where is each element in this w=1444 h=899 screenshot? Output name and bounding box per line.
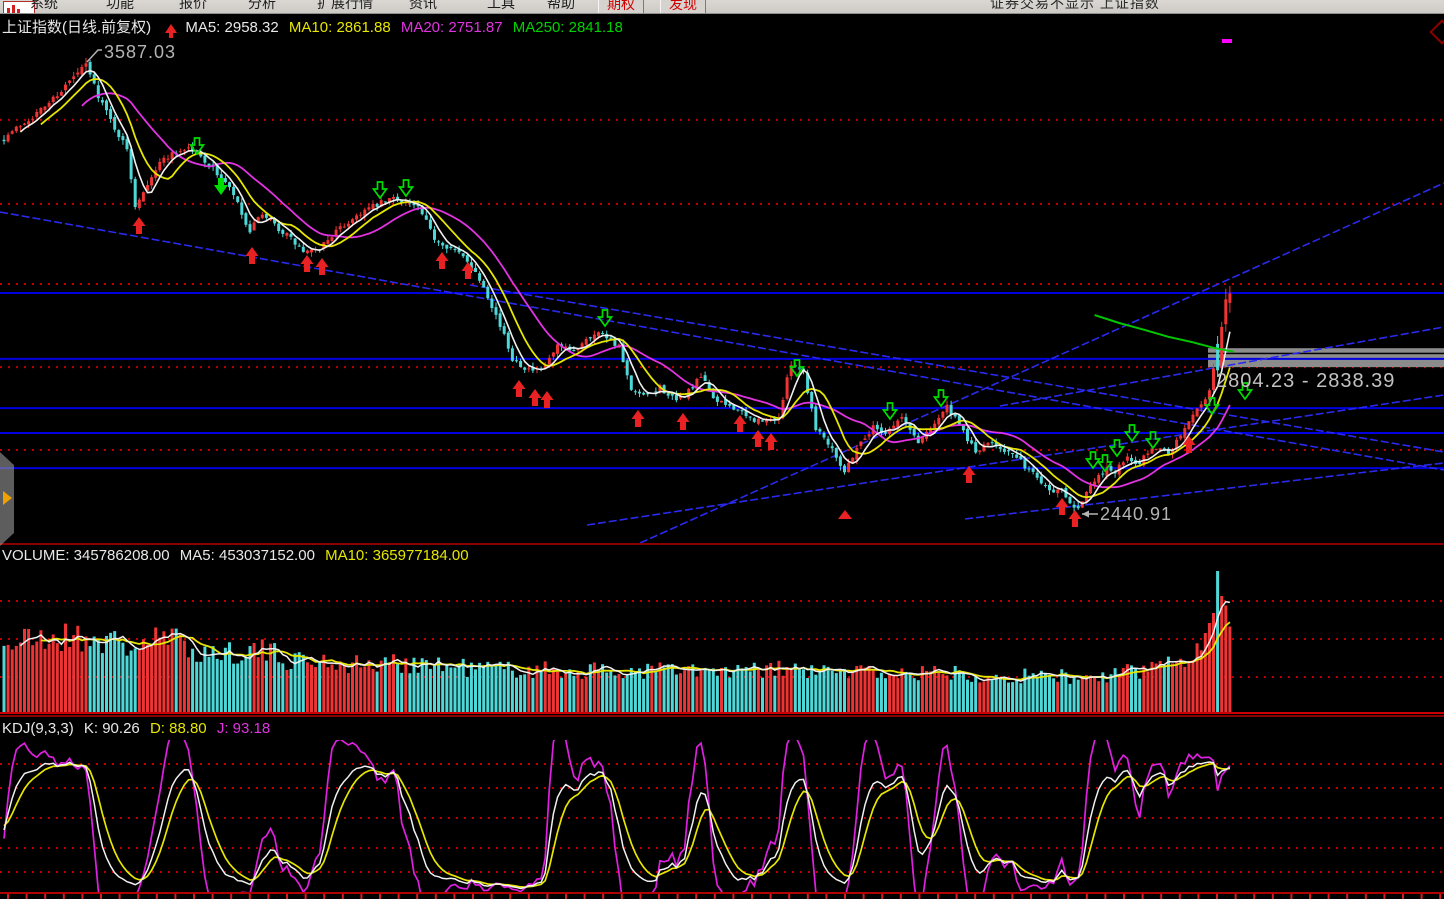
main-chart-header: 上证指数(日线.前复权) MA5: 2958.32 MA10: 2861.88 … [2,16,629,37]
symbol-title: 上证指数(日线.前复权) [2,19,151,36]
menu-status-text: 证券交易不显示 上证指数 [990,0,1160,13]
volume-ma5-value: MA5: 453037152.00 [180,547,315,564]
kdj-j-value: J: 93.18 [217,720,270,737]
panel-divider[interactable] [0,715,1444,717]
peak-price-label: 3587.03 [104,42,176,63]
kdj-header: KDJ(9,3,3) K: 90.26 D: 88.80 J: 93.18 [2,720,276,737]
menu-news[interactable]: 资讯 [409,0,437,13]
kdj-d-value: D: 88.80 [150,720,207,737]
trading-app-window: 系统 功能 报价 分析 扩展行情 资讯 工具 帮助 期权 发现 证券交易不显示 … [0,0,1444,899]
low-price-label: 2440.91 [1100,504,1172,525]
ma10-value: MA10: 2861.88 [289,19,391,36]
menu-bar: 系统 功能 报价 分析 扩展行情 资讯 工具 帮助 期权 发现 证券交易不显示 … [0,0,1444,14]
panel-divider[interactable] [0,543,1444,545]
volume-ma10-value: MA10: 365977184.00 [325,547,468,564]
menu-system[interactable]: 系统 [30,0,58,13]
menu-analysis[interactable]: 分析 [248,0,276,13]
gap-range-label: 2804.23 - 2838.39 [1216,370,1395,393]
menu-discover-hot-button[interactable]: 发现 [660,0,706,14]
kdj-title: KDJ(9,3,3) [2,720,74,737]
sidebar-expand-handle[interactable] [0,452,14,546]
menu-help[interactable]: 帮助 [547,0,575,13]
menu-tools[interactable]: 工具 [487,0,515,13]
ma5-value: MA5: 2958.32 [185,19,278,36]
kdj-k-value: K: 90.26 [84,720,140,737]
up-arrow-icon [165,24,177,33]
volume-value: VOLUME: 345786208.00 [2,547,170,564]
menu-quote[interactable]: 报价 [179,0,207,13]
menu-extended-quotes[interactable]: 扩展行情 [317,0,373,13]
ma20-value: MA20: 2751.87 [401,19,503,36]
drawing-mark [1222,39,1232,43]
menu-options-hot-button[interactable]: 期权 [598,0,644,14]
menu-function[interactable]: 功能 [106,0,134,13]
ma250-value: MA250: 2841.18 [513,19,623,36]
expand-triangle-icon [3,491,12,505]
volume-header: VOLUME: 345786208.00 MA5: 453037152.00 M… [2,547,475,564]
